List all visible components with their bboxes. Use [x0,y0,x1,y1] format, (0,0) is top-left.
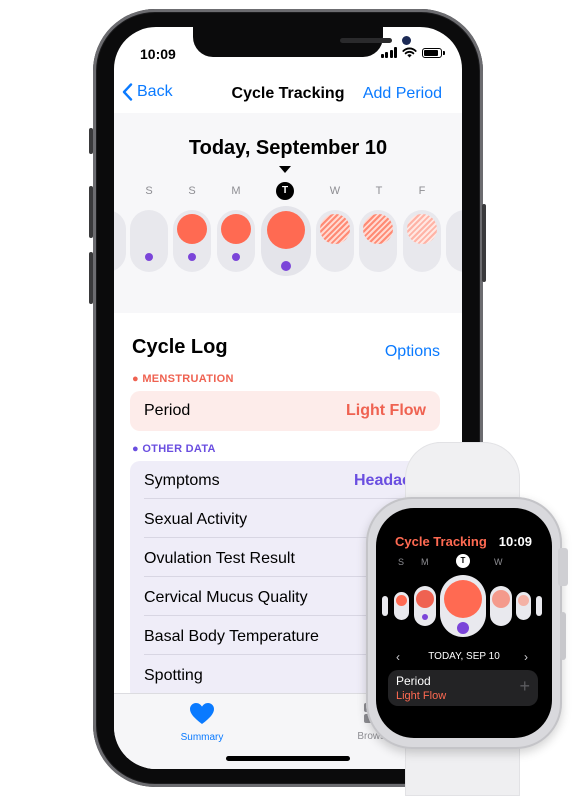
period-label: Period [144,402,191,419]
row-label: Ovulation Test Result [144,550,295,567]
heart-icon [190,703,214,724]
period-day-circle [396,595,407,606]
front-camera [402,36,411,45]
calendar-panel: Today, September 10 S S M T W T F [114,113,462,313]
log-data-dot [232,253,240,261]
log-data-dot [422,614,428,620]
add-period-button[interactable]: Add Period [363,85,442,103]
log-data-dot [188,253,196,261]
watch-day-cell [536,596,542,616]
mute-switch [89,128,93,154]
calendar-day-cell[interactable] [217,210,255,272]
watch-app-title: Cycle Tracking [395,534,487,549]
row-label: Cervical Mucus Quality [144,589,308,606]
row-label: Spotting [144,667,203,684]
navigation-bar: Back Cycle Tracking Add Period [114,77,462,113]
watch-day-cell [490,586,512,626]
watch-day-cell [394,592,409,620]
watch-day-cell-today[interactable] [440,575,486,637]
day-label: M [231,185,241,197]
period-day-circle [267,211,305,249]
watch-period-value: Light Flow [396,690,447,702]
watch-screen: Cycle Tracking 10:09 S M T W ‹ TODAY, SE… [376,508,552,738]
tab-summary[interactable]: Summary [178,702,226,743]
digital-crown[interactable] [558,548,568,586]
calendar-day-cell[interactable] [114,210,126,272]
watch-day-label: S [398,557,405,567]
watch-date-row: ‹ TODAY, SEP 10 › [376,650,552,666]
tab-summary-label: Summary [180,732,224,743]
log-data-dot [145,253,153,261]
day-label: F [418,185,426,197]
calendar-day-cell-today[interactable] [261,206,311,276]
cellular-signal-icon [380,47,397,58]
period-value: Light Flow [346,402,426,419]
watch-day-cell [414,586,436,626]
predicted-period-circle [407,214,437,244]
log-data-dot [457,622,469,634]
predicted-period-circle [320,214,350,244]
day-label: S [145,185,153,197]
watch-day-label: M [421,557,429,567]
wifi-icon [402,47,417,58]
watch-day-cell [382,596,388,616]
predicted-period-circle [492,590,510,608]
calendar-day-cell[interactable] [359,210,397,272]
calendar-day-cell[interactable] [403,210,441,272]
status-icons [380,47,445,58]
options-button[interactable]: Options [385,343,440,361]
calendar-day-cell[interactable] [173,210,211,272]
watch-today-label: T [456,554,470,568]
volume-up-button [89,186,93,238]
period-day-circle [177,214,207,244]
watch-day-label: W [494,557,503,567]
watch-side-button[interactable] [560,612,566,660]
menstruation-section-label: ● MENSTRUATION [132,373,234,385]
period-row[interactable]: Period Light Flow [130,391,440,431]
volume-down-button [89,252,93,304]
row-label: Sexual Activity [144,511,248,528]
day-label: T [375,185,383,197]
calendar-day-cell[interactable] [446,210,462,272]
battery-icon [422,47,445,58]
today-day-label: T [276,182,294,200]
watch-period-card[interactable]: Period Light Flow + [388,670,538,706]
watch-day-cell [516,592,531,620]
row-label: Symptoms [144,472,220,489]
speaker-grille [340,38,392,43]
calendar-day-cell[interactable] [316,210,354,272]
power-button [482,204,486,282]
notch [193,27,411,57]
period-day-circle [444,580,482,618]
symptoms-row[interactable]: Symptoms Headache [130,461,440,499]
chevron-right-icon[interactable]: › [524,650,528,664]
log-data-dot [281,261,291,271]
other-data-section-label: ● OTHER DATA [132,443,216,455]
current-date-title: Today, September 10 [188,137,388,159]
watch-period-label: Period [396,674,431,688]
home-indicator [226,756,350,761]
day-label: S [188,185,196,197]
today-indicator-arrow [279,166,291,173]
day-label: W [329,185,341,197]
plus-icon[interactable]: + [519,676,530,697]
period-day-circle [221,214,251,244]
period-day-circle [416,590,434,608]
status-time: 10:09 [140,46,176,62]
predicted-period-circle [518,595,529,606]
predicted-period-circle [363,214,393,244]
row-label: Basal Body Temperature [144,628,319,645]
calendar-day-cell[interactable] [130,210,168,272]
watch-time: 10:09 [498,534,532,549]
cycle-log-title: Cycle Log [132,336,228,358]
